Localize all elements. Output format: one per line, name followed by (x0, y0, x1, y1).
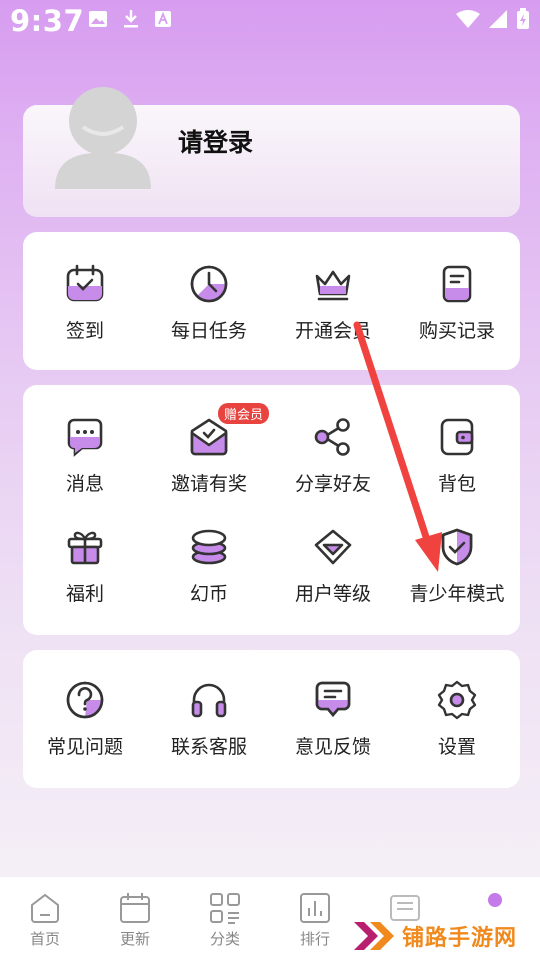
invite-item[interactable]: 赠会员 邀请有奖 (147, 403, 271, 496)
wifi-icon (456, 10, 480, 28)
tab-home-label: 首页 (29, 930, 60, 948)
watermark: 铺路手游网 (352, 915, 532, 957)
feedback-icon (311, 678, 355, 722)
status-bar: 9:37 (0, 0, 540, 46)
tab-ranking[interactable]: 排行 (270, 877, 360, 960)
calendar-check-icon (63, 262, 107, 306)
feedback-item[interactable]: 意见反馈 (271, 678, 395, 759)
message-icon (63, 415, 107, 459)
font-notification-icon (155, 11, 171, 27)
settings-item[interactable]: 设置 (395, 678, 519, 759)
notification-icons (88, 8, 172, 30)
faq-label: 常见问题 (46, 736, 123, 758)
profile-card[interactable]: 请登录 (23, 87, 520, 217)
daily-tasks-label: 每日任务 (170, 320, 247, 342)
home-icon (31, 893, 59, 923)
share-icon (311, 415, 355, 459)
daily-tasks-item[interactable]: 每日任务 (147, 262, 271, 343)
tab-categories[interactable]: 分类 (180, 877, 270, 960)
user-level-label: 用户等级 (294, 583, 371, 605)
avatar[interactable] (53, 81, 153, 189)
share-item[interactable]: 分享好友 (271, 415, 395, 496)
watermark-text: 铺路手游网 (402, 926, 518, 951)
benefits-label: 福利 (65, 583, 104, 605)
invite-label: 邀请有奖 (170, 473, 247, 495)
tab-categories-label: 分类 (209, 930, 240, 948)
teen-mode-label: 青少年模式 (409, 583, 505, 605)
feedback-label: 意见反馈 (294, 736, 371, 758)
user-level-item[interactable]: 用户等级 (271, 525, 395, 606)
system-icons (456, 8, 530, 30)
calendar-icon (120, 893, 150, 923)
purchase-history-item[interactable]: 购买记录 (395, 262, 519, 343)
login-label[interactable]: 请登录 (178, 123, 253, 159)
backpack-label: 背包 (437, 473, 476, 495)
tab-updates[interactable]: 更新 (90, 877, 180, 960)
wallet-icon (435, 415, 479, 459)
clock-icon (187, 262, 231, 306)
gear-icon (435, 678, 479, 722)
signal-icon (489, 10, 507, 28)
teen-mode-item[interactable]: 青少年模式 (395, 525, 519, 606)
download-icon (124, 10, 138, 28)
watermark-logo-icon (354, 922, 394, 950)
question-icon (63, 678, 107, 722)
shield-check-icon (435, 525, 479, 569)
gift-vip-badge: 赠会员 (218, 403, 270, 424)
gift-icon (63, 525, 107, 569)
vip-label: 开通会员 (294, 320, 371, 342)
receipt-icon (435, 262, 479, 306)
checkin-label: 签到 (65, 320, 104, 342)
coins-label: 幻币 (189, 583, 228, 605)
customer-service-label: 联系客服 (170, 736, 247, 758)
checkin-item[interactable]: 签到 (23, 262, 147, 343)
image-notification-icon (89, 11, 107, 27)
faq-item[interactable]: 常见问题 (23, 678, 147, 759)
tab-ranking-label: 排行 (299, 930, 330, 948)
purchase-history-label: 购买记录 (418, 320, 495, 342)
diamond-level-icon (311, 525, 355, 569)
tab-updates-label: 更新 (119, 930, 150, 948)
benefits-item[interactable]: 福利 (23, 525, 147, 606)
headset-icon (187, 678, 231, 722)
messages-item[interactable]: 消息 (23, 415, 147, 496)
features-card: 消息 赠会员 邀请有奖 分享好友 背包 福利 幻币 用户等级 青少年模式 (23, 385, 520, 635)
backpack-item[interactable]: 背包 (395, 415, 519, 496)
status-time: 9:37 (10, 4, 85, 38)
messages-label: 消息 (65, 473, 104, 495)
vip-item[interactable]: 开通会员 (271, 262, 395, 343)
settings-label: 设置 (437, 736, 476, 758)
coins-item[interactable]: 幻币 (147, 525, 271, 606)
battery-charging-icon (517, 8, 529, 29)
ranking-icon (300, 893, 330, 923)
share-label: 分享好友 (294, 473, 371, 495)
quick-actions-card: 签到 每日任务 开通会员 购买记录 (23, 232, 520, 370)
crown-icon (311, 262, 355, 306)
support-card: 常见问题 联系客服 意见反馈 设置 (23, 650, 520, 788)
tab-home[interactable]: 首页 (0, 877, 90, 960)
category-icon (210, 893, 240, 924)
customer-service-item[interactable]: 联系客服 (147, 678, 271, 759)
coin-stack-icon (187, 525, 231, 569)
